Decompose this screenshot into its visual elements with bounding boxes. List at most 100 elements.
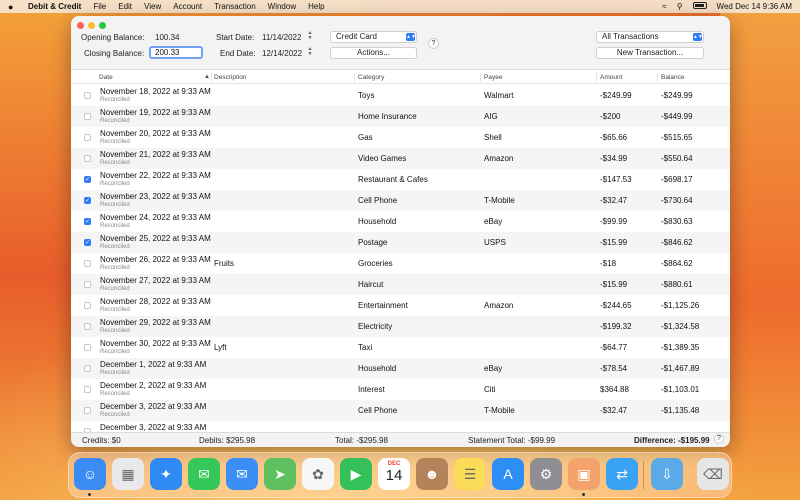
- calendar-icon[interactable]: DEC 14: [378, 458, 410, 490]
- photos-icon[interactable]: ✿: [302, 458, 334, 490]
- actions-button[interactable]: Actions...: [330, 47, 417, 59]
- contacts-icon[interactable]: ☻: [416, 458, 448, 490]
- row-status: Reconciled: [100, 139, 130, 145]
- reconcile-checkbox[interactable]: [84, 113, 91, 120]
- menu-edit[interactable]: Edit: [118, 2, 132, 11]
- menu-view[interactable]: View: [144, 2, 161, 11]
- start-date-value[interactable]: 11/14/2022: [262, 33, 301, 42]
- start-date-label: Start Date:: [216, 33, 255, 42]
- row-category: Electricity: [358, 322, 393, 331]
- row-status: Reconciled: [100, 391, 130, 397]
- launchpad-icon[interactable]: ▦: [112, 458, 144, 490]
- reconcile-checkbox[interactable]: [84, 302, 91, 309]
- battery-icon[interactable]: [692, 2, 707, 11]
- trash-icon[interactable]: ⌫: [697, 458, 729, 490]
- reconcile-checkbox[interactable]: [84, 407, 91, 414]
- toolbar: Opening Balance: 100.34 Closing Balance:…: [71, 16, 730, 70]
- screen-sharing-icon[interactable]: ⇄: [606, 458, 638, 490]
- table-row[interactable]: December 1, 2022 at 9:33 AM Reconciled Hou…: [71, 358, 730, 379]
- menu-help[interactable]: Help: [308, 2, 324, 11]
- downloads-folder-icon[interactable]: ⇩: [651, 458, 683, 490]
- table-row[interactable]: November 29, 2022 at 9:33 AM Reconciled El…: [71, 316, 730, 337]
- reconcile-checkbox[interactable]: ✓: [84, 197, 91, 204]
- column-header-description[interactable]: Description: [214, 74, 247, 81]
- table-row[interactable]: November 30, 2022 at 9:33 AM Reconciled Ly…: [71, 337, 730, 358]
- column-header-payee[interactable]: Payee: [484, 74, 502, 81]
- column-header-category[interactable]: Category: [358, 74, 384, 81]
- facetime-icon[interactable]: ▶: [340, 458, 372, 490]
- maps-icon[interactable]: ➤: [264, 458, 296, 490]
- table-row[interactable]: ✓ November 22, 2022 at 9:33 AM Reconciled R…: [71, 169, 730, 190]
- table-row[interactable]: November 28, 2022 at 9:33 AM Reconciled En…: [71, 295, 730, 316]
- row-amount: -$18: [600, 259, 617, 268]
- close-window-button[interactable]: [77, 22, 84, 29]
- menu-file[interactable]: File: [93, 2, 106, 11]
- help-button[interactable]: ?: [428, 38, 439, 49]
- column-header-amount[interactable]: Amount: [600, 74, 622, 81]
- minimize-window-button[interactable]: [88, 22, 95, 29]
- table-row[interactable]: ✓ November 25, 2022 at 9:33 AM Reconciled P…: [71, 232, 730, 253]
- system-settings-icon[interactable]: ⚙: [530, 458, 562, 490]
- start-date-stepper[interactable]: ▲ ▼: [307, 31, 313, 42]
- end-date-stepper[interactable]: ▲ ▼: [307, 47, 313, 58]
- table-row[interactable]: November 26, 2022 at 9:33 AM Reconciled Fr…: [71, 253, 730, 274]
- table-row[interactable]: November 20, 2022 at 9:33 AM Reconciled Ga…: [71, 127, 730, 148]
- new-transaction-button[interactable]: New Transaction...: [596, 47, 704, 59]
- app-store-icon[interactable]: A: [492, 458, 524, 490]
- reconcile-checkbox[interactable]: ✓: [84, 176, 91, 183]
- notes-icon[interactable]: ☰: [454, 458, 486, 490]
- row-balance: -$449.99: [661, 112, 693, 121]
- column-header-balance[interactable]: Balance: [661, 74, 685, 81]
- row-amount: -$34.99: [600, 154, 628, 163]
- closing-balance-field[interactable]: 200.33: [149, 46, 203, 59]
- finder-icon[interactable]: ☺: [74, 458, 106, 490]
- row-amount: -$147.53: [600, 175, 632, 184]
- statusbar-help-button[interactable]: ?: [714, 434, 724, 444]
- end-date-value[interactable]: 12/14/2022: [262, 49, 302, 58]
- reconcile-checkbox[interactable]: [84, 386, 91, 393]
- table-row[interactable]: November 18, 2022 at 9:33 AM Reconciled To…: [71, 85, 730, 106]
- reconcile-checkbox[interactable]: [84, 260, 91, 267]
- account-select[interactable]: Credit Card ▲▼: [330, 31, 417, 43]
- reconcile-checkbox[interactable]: ✓: [84, 218, 91, 225]
- table-row[interactable]: November 27, 2022 at 9:33 AM Reconciled Ha…: [71, 274, 730, 295]
- reconcile-checkbox[interactable]: [84, 134, 91, 141]
- menu-clock[interactable]: Wed Dec 14 9:36 AM: [717, 2, 792, 11]
- safari-icon[interactable]: ✦: [150, 458, 182, 490]
- table-row[interactable]: ✓ November 23, 2022 at 9:33 AM Reconciled C…: [71, 190, 730, 211]
- menu-app-name[interactable]: Debit & Credit: [28, 2, 81, 11]
- zoom-window-button[interactable]: [99, 22, 106, 29]
- table-row[interactable]: December 3, 2022 at 9:33 AM Reconciled Cel…: [71, 400, 730, 421]
- reconcile-checkbox[interactable]: [84, 281, 91, 288]
- reconcile-checkbox[interactable]: [84, 155, 91, 162]
- reconcile-checkbox[interactable]: ✓: [84, 239, 91, 246]
- column-header-date[interactable]: Date: [99, 74, 113, 81]
- reconcile-checkbox[interactable]: [84, 365, 91, 372]
- messages-icon[interactable]: ✉: [188, 458, 220, 490]
- row-amount: -$15.99: [600, 238, 628, 247]
- row-date: December 3, 2022 at 9:33 AM: [100, 423, 207, 432]
- menu-account[interactable]: Account: [173, 2, 202, 11]
- menu-window[interactable]: Window: [268, 2, 296, 11]
- transaction-filter-select[interactable]: All Transactions ▲▼: [596, 31, 704, 43]
- reconcile-checkbox[interactable]: [84, 344, 91, 351]
- search-icon[interactable]: ⚲: [677, 2, 683, 11]
- row-status: Reconciled: [100, 202, 130, 208]
- table-row[interactable]: November 21, 2022 at 9:33 AM Reconciled Vi…: [71, 148, 730, 169]
- table-row[interactable]: December 2, 2022 at 9:33 AM Reconciled Int…: [71, 379, 730, 400]
- mail-icon[interactable]: ✉: [226, 458, 258, 490]
- reconcile-checkbox[interactable]: [84, 323, 91, 330]
- row-category: Postage: [358, 238, 388, 247]
- table-row[interactable]: November 19, 2022 at 9:33 AM Reconciled Ho…: [71, 106, 730, 127]
- table-row[interactable]: ✓ November 24, 2022 at 9:33 AM Reconciled H…: [71, 211, 730, 232]
- sort-ascending-icon[interactable]: ▲: [204, 74, 210, 80]
- apple-menu-icon[interactable]: ●: [8, 2, 18, 12]
- wifi-icon[interactable]: ≈: [662, 2, 666, 11]
- table-row[interactable]: December 3, 2022 at 9:33 AM: [71, 421, 730, 432]
- row-amount: -$64.77: [600, 343, 628, 352]
- debit-credit-app-icon[interactable]: ▣: [568, 458, 600, 490]
- row-category: Taxi: [358, 343, 373, 352]
- opening-balance-value[interactable]: 100.34: [155, 33, 179, 42]
- menu-transaction[interactable]: Transaction: [214, 2, 256, 11]
- reconcile-checkbox[interactable]: [84, 92, 91, 99]
